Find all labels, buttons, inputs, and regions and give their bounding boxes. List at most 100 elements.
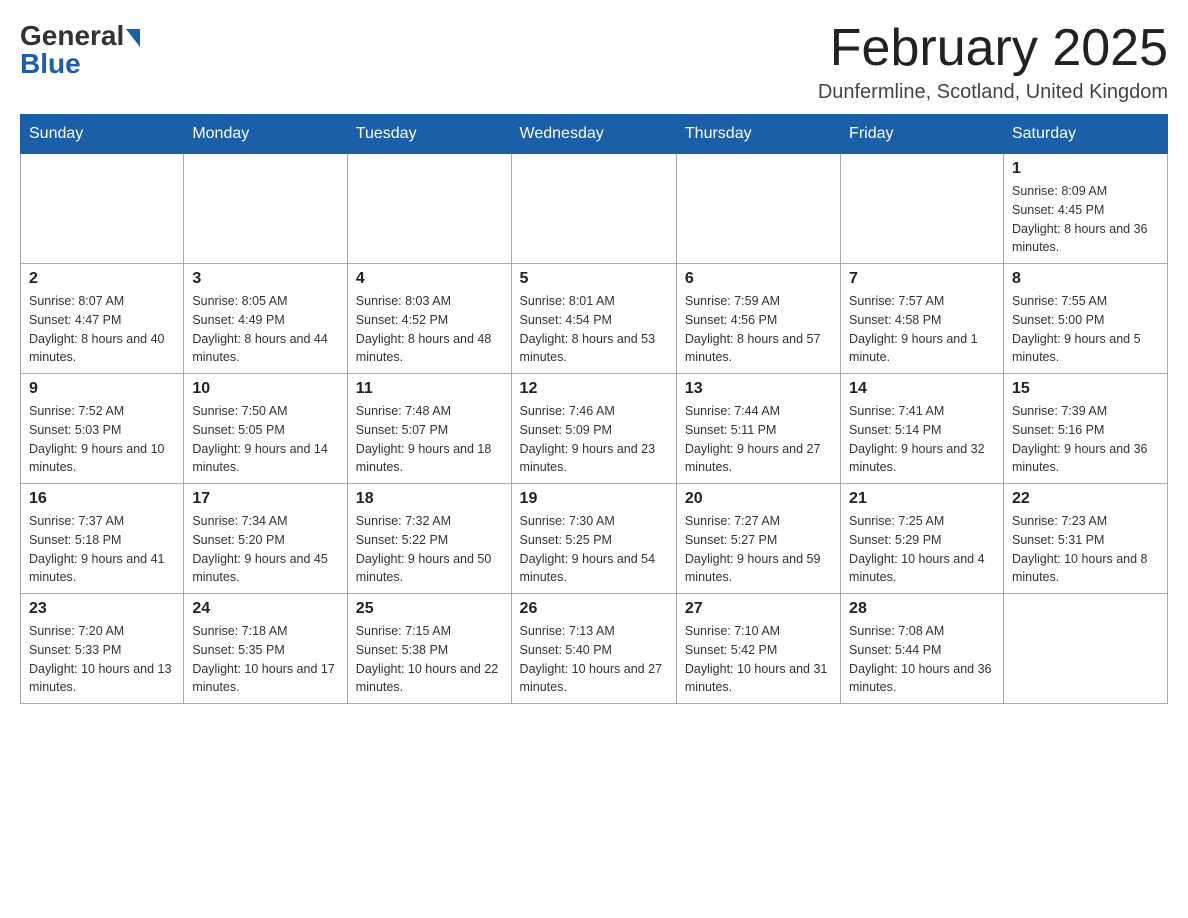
calendar-cell: 11 Sunrise: 7:48 AMSunset: 5:07 PMDayligh… (347, 374, 511, 484)
day-info: Sunrise: 7:25 AMSunset: 5:29 PMDaylight:… (849, 512, 995, 587)
day-info: Sunrise: 7:20 AMSunset: 5:33 PMDaylight:… (29, 622, 175, 697)
calendar-cell: 8 Sunrise: 7:55 AMSunset: 5:00 PMDaylight… (1003, 264, 1167, 374)
day-number: 12 (520, 380, 668, 398)
calendar-cell: 28 Sunrise: 7:08 AMSunset: 5:44 PMDayligh… (841, 594, 1004, 704)
day-number: 24 (192, 600, 338, 618)
day-number: 25 (356, 600, 503, 618)
day-header-thursday: Thursday (676, 115, 840, 154)
day-info: Sunrise: 7:23 AMSunset: 5:31 PMDaylight:… (1012, 512, 1159, 587)
day-number: 26 (520, 600, 668, 618)
day-number: 11 (356, 380, 503, 398)
calendar-cell: 22Sunrise: 7:23 AMSunset: 5:31 PMDayligh… (1003, 484, 1167, 594)
day-info: Sunrise: 8:03 AMSunset: 4:52 PMDaylight:… (356, 292, 503, 367)
day-info: Sunrise: 8:07 AMSunset: 4:47 PMDaylight:… (29, 292, 175, 367)
calendar-cell: 27 Sunrise: 7:10 AMSunset: 5:42 PMDayligh… (676, 594, 840, 704)
day-info: Sunrise: 7:46 AMSunset: 5:09 PMDaylight:… (520, 402, 668, 477)
day-info: Sunrise: 7:10 AMSunset: 5:42 PMDaylight:… (685, 622, 832, 697)
day-number: 4 (356, 270, 503, 288)
calendar-cell: 1 Sunrise: 8:09 AMSunset: 4:45 PMDaylight… (1003, 154, 1167, 264)
day-info: Sunrise: 7:18 AMSunset: 5:35 PMDaylight:… (192, 622, 338, 697)
calendar-cell (21, 154, 184, 264)
day-info: Sunrise: 7:39 AMSunset: 5:16 PMDaylight:… (1012, 402, 1159, 477)
calendar-cell: 20 Sunrise: 7:27 AMSunset: 5:27 PMDayligh… (676, 484, 840, 594)
calendar-week-row: 23Sunrise: 7:20 AMSunset: 5:33 PMDayligh… (21, 594, 1168, 704)
day-number: 10 (192, 380, 338, 398)
day-number: 16 (29, 490, 175, 508)
calendar-table: SundayMondayTuesdayWednesdayThursdayFrid… (20, 114, 1168, 704)
day-header-wednesday: Wednesday (511, 115, 676, 154)
day-info: Sunrise: 7:48 AMSunset: 5:07 PMDaylight:… (356, 402, 503, 477)
title-section: February 2025 Dunfermline, Scotland, Uni… (818, 20, 1168, 104)
day-number: 5 (520, 270, 668, 288)
day-info: Sunrise: 7:15 AMSunset: 5:38 PMDaylight:… (356, 622, 503, 697)
calendar-cell: 16 Sunrise: 7:37 AMSunset: 5:18 PMDayligh… (21, 484, 184, 594)
day-info: Sunrise: 7:37 AMSunset: 5:18 PMDaylight:… (29, 512, 175, 587)
calendar-cell: 3 Sunrise: 8:05 AMSunset: 4:49 PMDaylight… (184, 264, 347, 374)
day-number: 3 (192, 270, 338, 288)
day-header-monday: Monday (184, 115, 347, 154)
day-info: Sunrise: 8:09 AMSunset: 4:45 PMDaylight:… (1012, 182, 1159, 257)
day-number: 13 (685, 380, 832, 398)
day-info: Sunrise: 7:57 AMSunset: 4:58 PMDaylight:… (849, 292, 995, 367)
day-info: Sunrise: 8:05 AMSunset: 4:49 PMDaylight:… (192, 292, 338, 367)
day-number: 17 (192, 490, 338, 508)
calendar-cell: 10Sunrise: 7:50 AMSunset: 5:05 PMDayligh… (184, 374, 347, 484)
day-number: 6 (685, 270, 832, 288)
calendar-cell: 15 Sunrise: 7:39 AMSunset: 5:16 PMDayligh… (1003, 374, 1167, 484)
day-number: 1 (1012, 160, 1159, 178)
calendar-header-row: SundayMondayTuesdayWednesdayThursdayFrid… (21, 115, 1168, 154)
day-info: Sunrise: 7:41 AMSunset: 5:14 PMDaylight:… (849, 402, 995, 477)
logo-triangle-icon (126, 29, 140, 47)
calendar-week-row: 16 Sunrise: 7:37 AMSunset: 5:18 PMDayligh… (21, 484, 1168, 594)
day-header-tuesday: Tuesday (347, 115, 511, 154)
day-number: 9 (29, 380, 175, 398)
day-info: Sunrise: 7:27 AMSunset: 5:27 PMDaylight:… (685, 512, 832, 587)
calendar-cell: 6 Sunrise: 7:59 AMSunset: 4:56 PMDaylight… (676, 264, 840, 374)
calendar-week-row: 2 Sunrise: 8:07 AMSunset: 4:47 PMDaylight… (21, 264, 1168, 374)
page-header: General Blue February 2025 Dunfermline, … (20, 20, 1168, 104)
calendar-cell: 5Sunrise: 8:01 AMSunset: 4:54 PMDaylight… (511, 264, 676, 374)
day-number: 7 (849, 270, 995, 288)
day-number: 27 (685, 600, 832, 618)
day-info: Sunrise: 7:13 AMSunset: 5:40 PMDaylight:… (520, 622, 668, 697)
calendar-cell: 17 Sunrise: 7:34 AMSunset: 5:20 PMDayligh… (184, 484, 347, 594)
calendar-cell: 19Sunrise: 7:30 AMSunset: 5:25 PMDayligh… (511, 484, 676, 594)
day-info: Sunrise: 7:30 AMSunset: 5:25 PMDaylight:… (520, 512, 668, 587)
day-number: 18 (356, 490, 503, 508)
day-info: Sunrise: 7:08 AMSunset: 5:44 PMDaylight:… (849, 622, 995, 697)
day-info: Sunrise: 7:34 AMSunset: 5:20 PMDaylight:… (192, 512, 338, 587)
calendar-week-row: 1 Sunrise: 8:09 AMSunset: 4:45 PMDaylight… (21, 154, 1168, 264)
calendar-cell: 12 Sunrise: 7:46 AMSunset: 5:09 PMDayligh… (511, 374, 676, 484)
calendar-cell: 24 Sunrise: 7:18 AMSunset: 5:35 PMDayligh… (184, 594, 347, 704)
calendar-cell (511, 154, 676, 264)
calendar-cell (184, 154, 347, 264)
calendar-cell: 25 Sunrise: 7:15 AMSunset: 5:38 PMDayligh… (347, 594, 511, 704)
calendar-cell (676, 154, 840, 264)
day-info: Sunrise: 7:55 AMSunset: 5:00 PMDaylight:… (1012, 292, 1159, 367)
day-info: Sunrise: 7:52 AMSunset: 5:03 PMDaylight:… (29, 402, 175, 477)
calendar-cell: 26 Sunrise: 7:13 AMSunset: 5:40 PMDayligh… (511, 594, 676, 704)
day-header-sunday: Sunday (21, 115, 184, 154)
calendar-cell: 14 Sunrise: 7:41 AMSunset: 5:14 PMDayligh… (841, 374, 1004, 484)
calendar-cell: 9 Sunrise: 7:52 AMSunset: 5:03 PMDaylight… (21, 374, 184, 484)
day-number: 8 (1012, 270, 1159, 288)
day-number: 21 (849, 490, 995, 508)
calendar-cell (1003, 594, 1167, 704)
calendar-cell: 2 Sunrise: 8:07 AMSunset: 4:47 PMDaylight… (21, 264, 184, 374)
calendar-cell: 7 Sunrise: 7:57 AMSunset: 4:58 PMDaylight… (841, 264, 1004, 374)
calendar-cell: 4 Sunrise: 8:03 AMSunset: 4:52 PMDaylight… (347, 264, 511, 374)
calendar-cell (841, 154, 1004, 264)
day-header-saturday: Saturday (1003, 115, 1167, 154)
day-number: 2 (29, 270, 175, 288)
day-number: 14 (849, 380, 995, 398)
calendar-week-row: 9 Sunrise: 7:52 AMSunset: 5:03 PMDaylight… (21, 374, 1168, 484)
day-number: 20 (685, 490, 832, 508)
day-number: 28 (849, 600, 995, 618)
day-header-friday: Friday (841, 115, 1004, 154)
day-info: Sunrise: 7:59 AMSunset: 4:56 PMDaylight:… (685, 292, 832, 367)
calendar-cell (347, 154, 511, 264)
logo-blue-text: Blue (20, 48, 81, 80)
location: Dunfermline, Scotland, United Kingdom (818, 81, 1168, 104)
day-number: 15 (1012, 380, 1159, 398)
calendar-cell: 23Sunrise: 7:20 AMSunset: 5:33 PMDayligh… (21, 594, 184, 704)
